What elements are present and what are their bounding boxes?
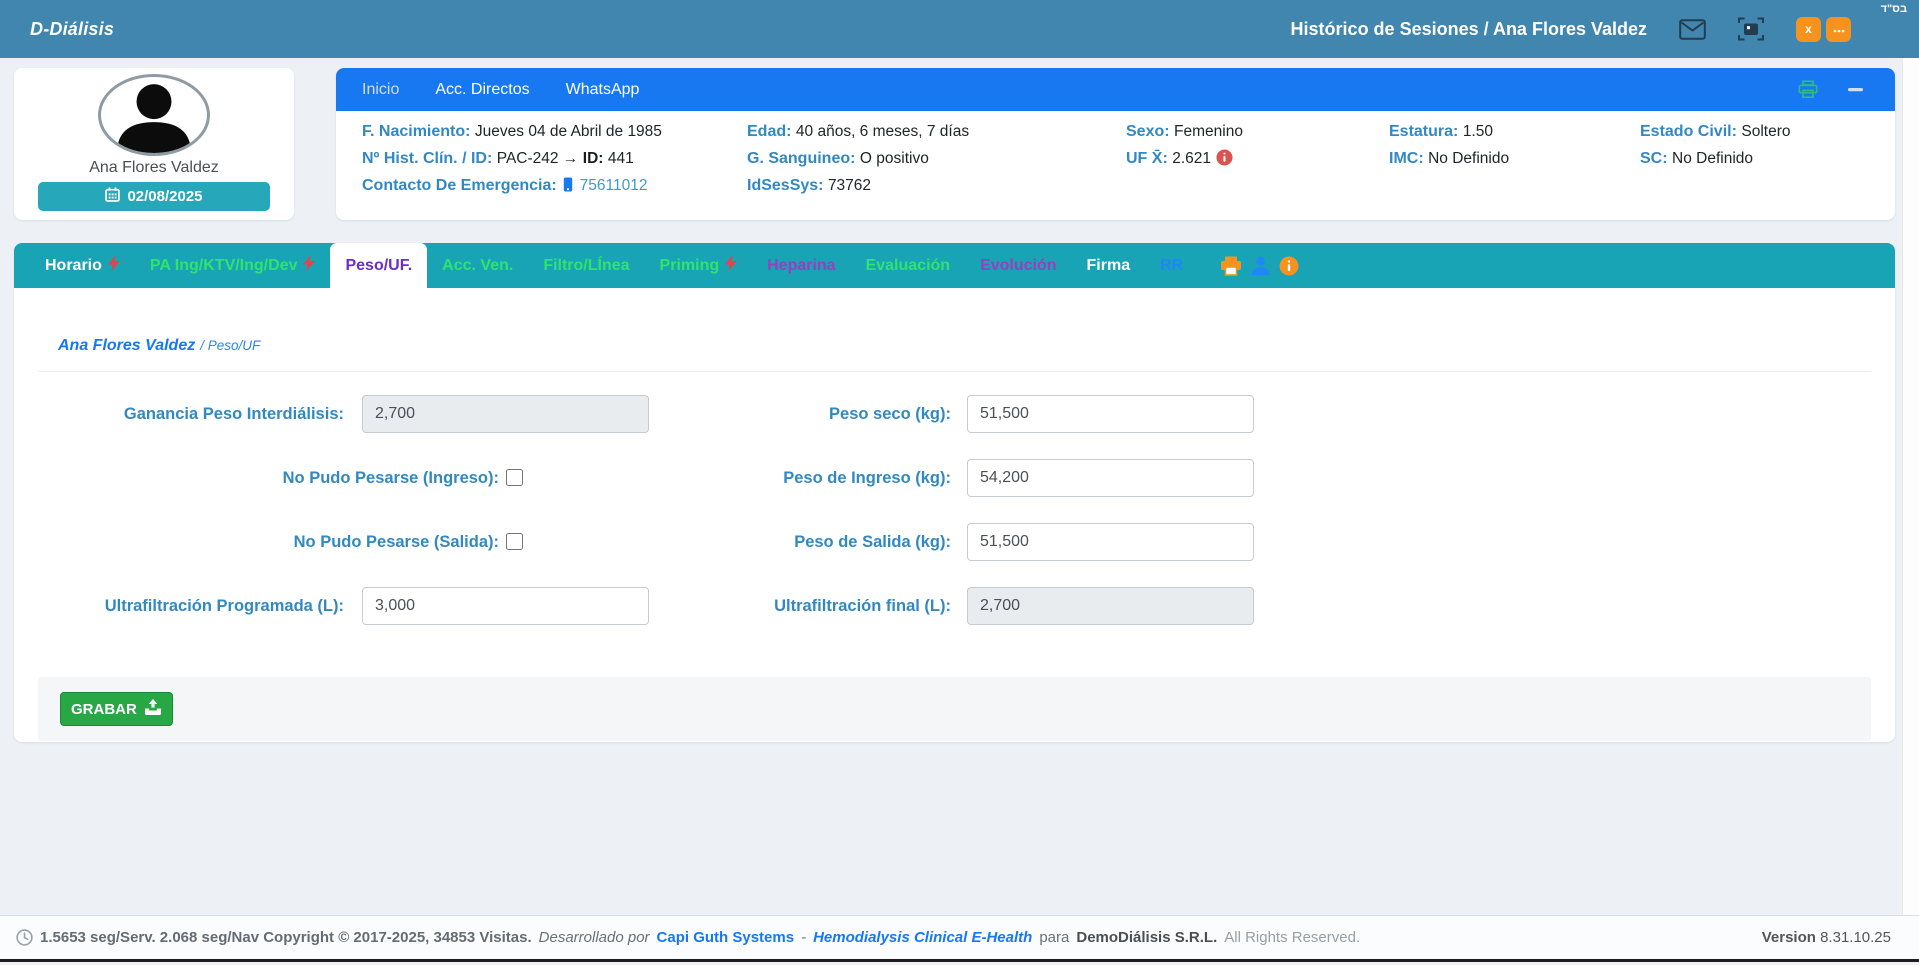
info-sex: Sexo: Femenino xyxy=(1126,123,1243,140)
peso-ingreso-input[interactable] xyxy=(967,459,1254,497)
info-blood-type: G. Sanguineo: O positivo xyxy=(747,150,929,167)
tab-evaluacion[interactable]: Evaluación xyxy=(851,243,965,288)
breadcrumb: Ana Flores Valdez / Peso/UF xyxy=(58,337,260,355)
phone-icon xyxy=(563,174,573,201)
tab-peso-uf[interactable]: Peso/UF. xyxy=(330,243,428,288)
tab-horario[interactable]: Horario xyxy=(30,243,135,288)
ganancia-peso-input xyxy=(362,395,649,433)
footer-para: para xyxy=(1039,929,1070,946)
emergency-phone-link[interactable]: 75611012 xyxy=(580,177,648,194)
divider xyxy=(38,371,1871,372)
patient-info-card: Inicio Acc. Directos WhatsApp F. Nacimie… xyxy=(336,68,1895,220)
uf-final-input xyxy=(967,587,1254,625)
no-pudo-salida-checkbox[interactable] xyxy=(506,533,523,550)
label-no-pudo-ingreso: No Pudo Pesarse (Ingreso): xyxy=(282,469,499,487)
info-birthdate: F. Nacimiento: Jueves 04 de Abril de 198… xyxy=(362,123,662,140)
patient-user-icon[interactable] xyxy=(1250,255,1271,276)
label-no-pudo-salida: No Pudo Pesarse (Salida): xyxy=(293,533,499,551)
info-circle-icon[interactable] xyxy=(1279,256,1299,276)
tab-filtro-linea[interactable]: Filtro/LÍnea xyxy=(528,243,644,288)
nav-strip: Inicio Acc. Directos WhatsApp xyxy=(336,68,1895,111)
footer-rights: All Rights Reserved. xyxy=(1224,929,1361,946)
close-button[interactable]: x xyxy=(1796,16,1821,42)
info-age: Edad: 40 años, 6 meses, 7 días xyxy=(747,123,970,140)
action-strip: GRABAR xyxy=(38,677,1871,741)
uf-programada-input[interactable] xyxy=(362,587,649,625)
clock-icon xyxy=(16,929,33,946)
info-height: Estatura: 1.50 xyxy=(1389,123,1493,140)
peso-salida-input[interactable] xyxy=(967,523,1254,561)
tab-priming[interactable]: Priming xyxy=(645,243,753,288)
avatar xyxy=(98,74,210,156)
patient-card: Ana Flores Valdez 02/08/2025 xyxy=(14,68,294,220)
label-peso-salida: Peso de Salida (kg): xyxy=(794,533,951,551)
app-header: D-Diálisis Histórico de Sesiones / Ana F… xyxy=(0,0,1919,58)
mail-icon[interactable] xyxy=(1679,18,1706,40)
calendar-icon xyxy=(105,187,121,206)
more-options-button[interactable] xyxy=(1826,16,1851,42)
info-marital-status: Estado Civil: Soltero xyxy=(1640,123,1791,140)
info-history-id: Nº Hist. Clín. / ID: PAC-242 → ID: 441 xyxy=(362,150,634,167)
footer-client: DemoDiálisis S.R.L. xyxy=(1076,929,1218,946)
patient-info-grid: F. Nacimiento: Jueves 04 de Abril de 198… xyxy=(336,111,1895,194)
info-emergency-contact: Contacto De Emergencia: 75611012 xyxy=(362,172,662,201)
bottom-strip xyxy=(0,965,1919,969)
ellipsis-icon xyxy=(1833,22,1845,36)
uf-info-icon[interactable] xyxy=(1216,148,1233,175)
lightning-icon xyxy=(303,255,316,276)
minimize-icon[interactable] xyxy=(1848,87,1863,92)
footer-product-link[interactable]: Hemodialysis Clinical E-Health xyxy=(813,929,1032,946)
peso-seco-input[interactable] xyxy=(967,395,1254,433)
nav-item-inicio[interactable]: Inicio xyxy=(362,81,399,99)
app-title: D-Diálisis xyxy=(30,18,115,39)
screenshot-icon[interactable] xyxy=(1738,17,1764,41)
tab-firma[interactable]: Firma xyxy=(1072,243,1146,288)
label-peso-seco: Peso seco (kg): xyxy=(829,405,951,423)
info-uf-avg: UF X̄: 2.621 xyxy=(1126,145,1243,175)
save-button[interactable]: GRABAR xyxy=(60,692,173,726)
tab-pa-ktv[interactable]: PA Ing/KTV/Ing/Dev xyxy=(135,243,331,288)
version-value: 8.31.10.25 xyxy=(1820,929,1891,946)
label-uf-final: Ultrafiltración final (L): xyxy=(774,597,951,615)
label-uf-programada: Ultrafiltración Programada (L): xyxy=(104,597,344,615)
print-session-icon[interactable] xyxy=(1220,256,1242,276)
patient-name: Ana Flores Valdez xyxy=(89,159,219,176)
label-peso-ingreso: Peso de Ingreso (kg): xyxy=(783,469,951,487)
tab-evolucion[interactable]: Evolución xyxy=(965,243,1071,288)
scrollbar-track[interactable] xyxy=(1902,58,1919,915)
lightning-icon xyxy=(107,255,120,276)
tab-rr[interactable]: RR xyxy=(1145,243,1198,288)
session-date-button[interactable]: 02/08/2025 xyxy=(38,182,270,211)
session-date: 02/08/2025 xyxy=(127,188,203,205)
session-tabbar: Horario PA Ing/KTV/Ing/Dev Peso/UF. Acc.… xyxy=(14,243,1895,288)
label-ganancia-peso: Ganancia Peso Interdiálisis: xyxy=(123,405,344,423)
save-icon xyxy=(144,699,162,719)
nav-item-acc-directos[interactable]: Acc. Directos xyxy=(435,81,529,99)
breadcrumb-section: / Peso/UF xyxy=(200,338,261,353)
footer-stats: 1.5653 seg/Serv. 2.068 seg/Nav Copyright… xyxy=(40,929,532,946)
info-body-surface: SC: No Definido xyxy=(1640,150,1754,167)
tab-acc-ven[interactable]: Acc. Ven. xyxy=(427,243,528,288)
page-title: Histórico de Sesiones / Ana Flores Valde… xyxy=(1290,18,1647,39)
nav-item-whatsapp[interactable]: WhatsApp xyxy=(566,81,640,99)
session-main-card: Horario PA Ing/KTV/Ing/Dev Peso/UF. Acc.… xyxy=(14,243,1895,742)
footer-company-link[interactable]: Capi Guth Systems xyxy=(657,929,795,946)
corner-text: בס"ד xyxy=(1880,3,1907,15)
footer-separator: - xyxy=(801,929,807,946)
info-session-id: IdSesSys: 73762 xyxy=(747,177,872,194)
footer: 1.5653 seg/Serv. 2.068 seg/Nav Copyright… xyxy=(0,915,1919,962)
footer-version: Version 8.31.10.25 xyxy=(1762,929,1891,946)
no-pudo-ingreso-checkbox[interactable] xyxy=(506,469,523,486)
info-bmi: IMC: No Definido xyxy=(1389,150,1510,167)
breadcrumb-patient-name: Ana Flores Valdez xyxy=(58,337,196,354)
version-label: Version xyxy=(1761,929,1816,946)
lightning-icon xyxy=(725,255,738,276)
print-icon[interactable] xyxy=(1798,80,1818,99)
tab-heparina[interactable]: Heparina xyxy=(752,243,850,288)
footer-developed-by: Desarrollado por xyxy=(538,929,650,946)
